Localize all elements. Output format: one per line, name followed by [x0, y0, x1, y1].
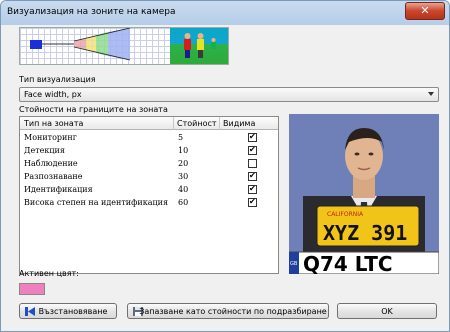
person-red-body: [184, 39, 191, 50]
table-row[interactable]: Мониторинг 5: [20, 132, 278, 144]
column-separator[interactable]: [219, 117, 220, 130]
right-eye: [368, 152, 374, 156]
window-title: Визуализация на зоните на камера: [7, 7, 176, 17]
visible-checkbox[interactable]: [248, 132, 257, 142]
visualization-type-value: Face width, px: [24, 90, 82, 99]
preview-image: CALIFORNIA XYZ 391 GB Q74 LTC: [289, 114, 439, 274]
plate-small-state: CALIFORNIA: [327, 211, 364, 218]
zone-name: Наблюдение: [24, 159, 78, 168]
chevron-down-icon[interactable]: [428, 92, 434, 96]
dialog-window: Визуализация на зоните на камера ✕ Тип в…: [0, 0, 450, 332]
restore-label: Възстановяване: [38, 307, 108, 316]
zone-name: Разпознаване: [24, 172, 83, 181]
column-header-visible[interactable]: Видима: [223, 119, 255, 128]
column-header-zone-type[interactable]: Тип на зоната: [24, 119, 83, 128]
table-row[interactable]: Идентификация 40: [20, 184, 278, 196]
visible-checkbox[interactable]: [248, 171, 257, 181]
camera-zone-diagram: [30, 28, 131, 61]
zones-table: Тип на зоната Стойност Видима Мониторинг…: [19, 116, 279, 274]
zone-name: Висока степен на идентификация: [24, 198, 169, 207]
column-separator[interactable]: [173, 117, 174, 130]
zone-grid: [20, 28, 170, 64]
scene-preview: [170, 28, 228, 64]
left-eye: [354, 152, 360, 156]
person-yellow-body: [197, 39, 204, 50]
save-default-button[interactable]: Запазване като стойности по подразбиране: [127, 303, 329, 319]
person-yellow-head: [197, 33, 204, 39]
visible-checkbox[interactable]: [248, 197, 257, 207]
table-row[interactable]: Висока степен на идентификация 60: [20, 197, 278, 209]
close-button[interactable]: ✕: [405, 2, 445, 20]
title-bar[interactable]: Визуализация на зоните на камера ✕: [1, 1, 449, 25]
zone-value[interactable]: 40: [178, 185, 188, 194]
plate-large-prefix: GB: [290, 261, 298, 267]
ok-button[interactable]: OK: [337, 303, 437, 319]
zone-name: Идентификация: [24, 185, 93, 194]
active-color-swatch[interactable]: [19, 283, 45, 295]
ok-label: OK: [381, 307, 393, 316]
zone-value[interactable]: 10: [178, 146, 188, 155]
visualization-type-label: Тип визуализация: [19, 75, 96, 84]
save-default-label: Запазване като стойности по подразбиране: [139, 307, 327, 316]
people-scene: [184, 33, 216, 58]
column-header-value[interactable]: Стойност: [177, 119, 217, 128]
active-color-label: Активен цвят:: [19, 269, 79, 278]
table-header: Тип на зоната Стойност Видима: [20, 117, 278, 130]
zone-value[interactable]: 20: [178, 159, 188, 168]
face-plate-illustration: CALIFORNIA XYZ 391 GB Q74 LTC: [289, 128, 439, 274]
table-row[interactable]: Детекция 10: [20, 145, 278, 157]
visible-checkbox[interactable]: [248, 159, 257, 168]
visible-checkbox[interactable]: [248, 145, 257, 155]
plate-large-number: Q74 LTC: [303, 252, 393, 274]
zone-value[interactable]: 30: [178, 172, 188, 181]
person-red-legs: [185, 50, 190, 58]
visualization-type-select[interactable]: Face width, px: [19, 87, 439, 102]
camera-icon: [30, 40, 42, 49]
zone-cone-blue: [108, 28, 130, 60]
table-row[interactable]: Разпознаване 30: [20, 171, 278, 183]
person-red-head: [184, 33, 191, 39]
person-green-body: [211, 42, 216, 49]
zone-name: Детекция: [24, 146, 65, 155]
table-row[interactable]: Наблюдение 20: [20, 158, 278, 170]
restore-button[interactable]: Възстановяване: [19, 303, 117, 319]
zone-visualization-banner: [19, 27, 229, 65]
plate-small-number: XYZ 391: [323, 221, 407, 245]
dialog-content: Тип визуализация Face width, px Стойност…: [7, 25, 443, 325]
zone-name: Мониторинг: [24, 133, 77, 142]
zone-value[interactable]: 60: [178, 198, 188, 207]
close-icon: ✕: [420, 4, 430, 17]
zone-value[interactable]: 5: [178, 133, 183, 142]
person-yellow-legs: [198, 50, 203, 58]
zone-values-label: Стойности на границите на зоната: [19, 105, 168, 114]
visible-checkbox[interactable]: [248, 184, 257, 194]
person-green-head: [211, 38, 216, 42]
